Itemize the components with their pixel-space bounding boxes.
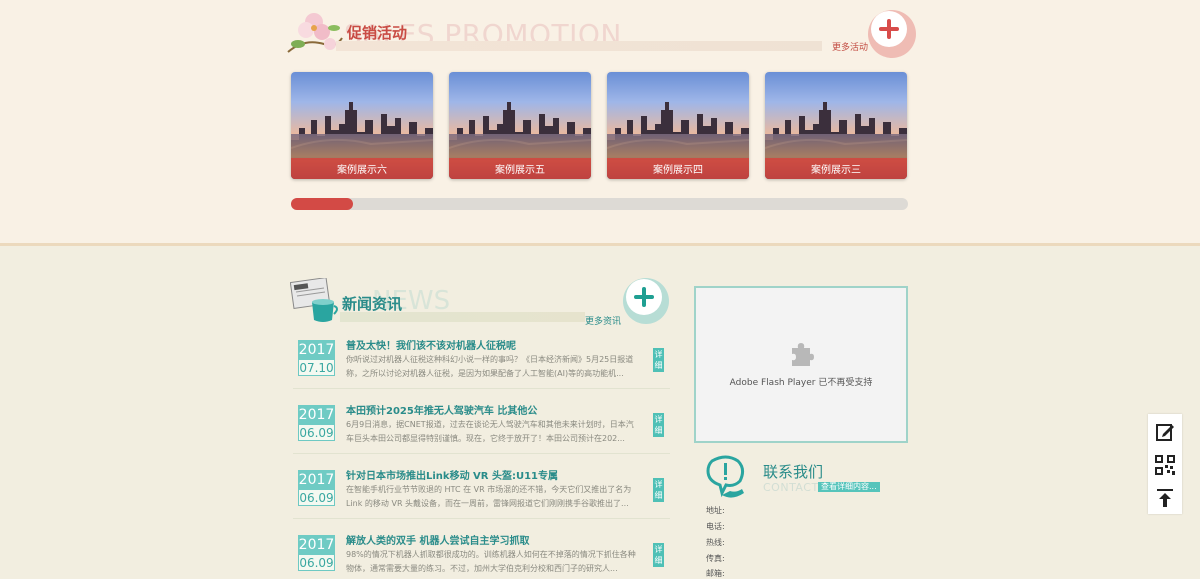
date-badge: 2017 06.09 bbox=[298, 535, 335, 571]
promotion-section: SALES PROMOTION 促销活动 更多活动 案例展示六 案例展示五 案例… bbox=[0, 0, 1200, 243]
date-year: 2017 bbox=[298, 535, 335, 555]
date-month-day: 06.09 bbox=[299, 426, 334, 440]
plugin-puzzle-icon bbox=[792, 343, 814, 366]
row-divider bbox=[293, 388, 670, 389]
news-summary: 98%的情况下机器人抓取都很成功的。训练机器人如何在不掉落的情况下抓住各种物体，… bbox=[346, 550, 636, 573]
newspaper-cup-icon bbox=[290, 278, 338, 322]
more-news-link[interactable]: 更多资讯 bbox=[585, 314, 621, 327]
detail-button[interactable]: 详细 bbox=[653, 478, 664, 502]
promotion-card[interactable]: 案例展示三 bbox=[765, 72, 907, 179]
date-month-day: 07.10 bbox=[299, 361, 334, 375]
promotion-card[interactable]: 案例展示五 bbox=[449, 72, 591, 179]
date-month-day: 06.09 bbox=[299, 556, 334, 570]
back-to-top-icon bbox=[1157, 489, 1173, 507]
news-plus-button[interactable] bbox=[623, 278, 669, 324]
flash-player-placeholder[interactable]: Adobe Flash Player 已不再受支持 bbox=[694, 286, 908, 443]
contact-fax-label: 传真: bbox=[706, 554, 725, 563]
detail-button[interactable]: 详细 bbox=[653, 348, 664, 372]
news-item[interactable]: 2017 06.09 本田预计2025年推无人驾驶汽车 比其他公 6月9日消息，… bbox=[293, 395, 670, 457]
section-divider bbox=[0, 243, 1200, 246]
promotion-plus-button[interactable] bbox=[868, 10, 916, 58]
floating-side-bar bbox=[1148, 414, 1182, 514]
news-summary: 你听说过对机器人征税这种科幻小说一样的事吗？《日本经济新闻》5月25日报道称，之… bbox=[346, 355, 634, 378]
news-item[interactable]: 2017 06.09 针对日本市场推出Link移动 VR 头盔:U11专属 在智… bbox=[293, 460, 670, 522]
phone-alert-icon bbox=[706, 455, 745, 498]
news-title: 新闻资讯 bbox=[342, 295, 403, 313]
news-headline[interactable]: 针对日本市场推出Link移动 VR 头盔:U11专属 bbox=[346, 467, 558, 482]
date-month-day: 06.09 bbox=[299, 491, 334, 505]
contact-bg-title: CONTACT bbox=[763, 481, 819, 494]
edit-icon bbox=[1156, 424, 1174, 441]
card-caption: 案例展示五 bbox=[495, 165, 545, 176]
news-headline[interactable]: 普及太快！我们该不该对机器人征税呢 bbox=[346, 337, 516, 352]
news-item[interactable]: 2017 07.10 普及太快！我们该不该对机器人征税呢 你听说过对机器人征税这… bbox=[293, 330, 670, 392]
card-caption: 案例展示四 bbox=[653, 165, 703, 176]
row-divider bbox=[293, 453, 670, 454]
more-promotions-link[interactable]: 更多活动 bbox=[832, 40, 868, 53]
detail-button[interactable]: 详细 bbox=[653, 543, 664, 567]
date-year: 2017 bbox=[298, 405, 335, 425]
carousel-scrollbar-thumb[interactable] bbox=[291, 198, 353, 210]
contact-address-label: 地址: bbox=[706, 506, 725, 515]
news-summary: 在智能手机行业节节败退的 HTC 在 VR 市场混的还不错，今天它们又推出了名为… bbox=[346, 485, 632, 508]
contact-email-label: 邮箱: bbox=[706, 569, 725, 578]
date-badge: 2017 06.09 bbox=[298, 470, 335, 506]
plus-icon bbox=[626, 279, 662, 315]
qr-code-icon bbox=[1155, 455, 1175, 475]
news-headline[interactable]: 本田预计2025年推无人驾驶汽车 比其他公 bbox=[346, 402, 537, 417]
row-divider bbox=[293, 518, 670, 519]
edit-button[interactable] bbox=[1148, 416, 1182, 448]
date-year: 2017 bbox=[298, 470, 335, 490]
contact-title: 联系我们 bbox=[763, 463, 824, 481]
back-to-top-button[interactable] bbox=[1148, 482, 1182, 514]
detail-button[interactable]: 详细 bbox=[653, 413, 664, 437]
promotion-header: SALES PROMOTION 促销活动 更多活动 bbox=[284, 8, 916, 58]
promotion-underline bbox=[336, 41, 822, 51]
card-caption: 案例展示六 bbox=[337, 165, 387, 176]
news-item[interactable]: 2017 06.09 解放人类的双手 机器人尝试自主学习抓取 98%的情况下机器… bbox=[293, 525, 670, 579]
contact-phone-label: 电话: bbox=[706, 522, 725, 531]
date-year: 2017 bbox=[298, 340, 335, 360]
date-badge: 2017 07.10 bbox=[298, 340, 335, 376]
contact-hotline-label: 热线: bbox=[706, 538, 725, 547]
carousel-scrollbar[interactable] bbox=[291, 198, 908, 210]
qr-code-button[interactable] bbox=[1148, 449, 1182, 481]
news-header: NEWS 新闻资讯 更多资讯 bbox=[290, 276, 670, 327]
promotion-card[interactable]: 案例展示六 bbox=[291, 72, 433, 179]
promotion-card[interactable]: 案例展示四 bbox=[607, 72, 749, 179]
news-headline[interactable]: 解放人类的双手 机器人尝试自主学习抓取 bbox=[346, 532, 529, 547]
news-summary: 6月9日消息，据CNET报道，过去在谈论无人驾驶汽车和其他未来计划时，日本汽车巨… bbox=[346, 420, 634, 443]
card-caption: 案例展示三 bbox=[811, 165, 861, 176]
contact-details-link[interactable]: 查看详细内容... bbox=[818, 482, 880, 492]
flash-message: Adobe Flash Player 已不再受支持 bbox=[729, 378, 873, 388]
plus-icon bbox=[871, 11, 907, 47]
promotion-title: 促销活动 bbox=[347, 24, 408, 42]
date-badge: 2017 06.09 bbox=[298, 405, 335, 441]
